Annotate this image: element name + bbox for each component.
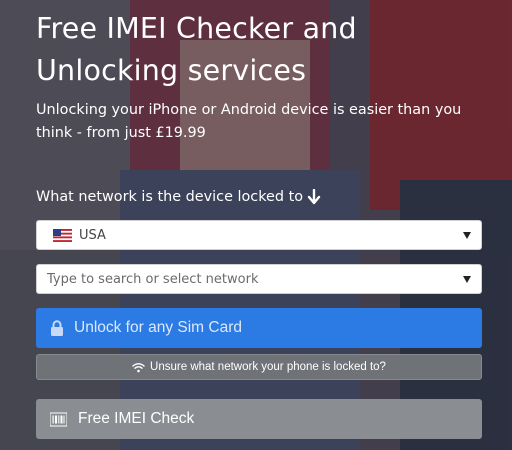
chevron-down-icon — [463, 232, 471, 239]
network-label-text: What network is the device locked to — [36, 189, 304, 205]
unsure-network-label: Unsure what network your phone is locked… — [150, 361, 386, 373]
unlock-button[interactable]: Unlock for any Sim Card — [36, 308, 482, 348]
network-label: What network is the device locked to — [36, 189, 321, 205]
country-select-value: USA — [79, 227, 106, 243]
barcode-icon — [50, 412, 67, 426]
wifi-icon — [132, 362, 145, 372]
free-imei-check-button[interactable]: Free IMEI Check — [36, 399, 482, 439]
country-select[interactable]: USA — [36, 220, 482, 250]
unsure-network-button[interactable]: Unsure what network your phone is locked… — [36, 354, 482, 380]
network-select-placeholder: Type to search or select network — [47, 271, 259, 287]
free-imei-check-label: Free IMEI Check — [78, 410, 195, 427]
unlock-button-label: Unlock for any Sim Card — [74, 319, 242, 336]
arrow-down-icon — [307, 189, 321, 205]
lock-icon — [51, 319, 63, 336]
page-subtitle: Unlocking your iPhone or Android device … — [36, 102, 462, 141]
us-flag-icon — [53, 228, 72, 242]
network-select[interactable]: Type to search or select network — [36, 264, 482, 294]
chevron-down-icon — [463, 276, 471, 283]
page-title: Free IMEI Checker and Unlocking services — [36, 12, 357, 87]
